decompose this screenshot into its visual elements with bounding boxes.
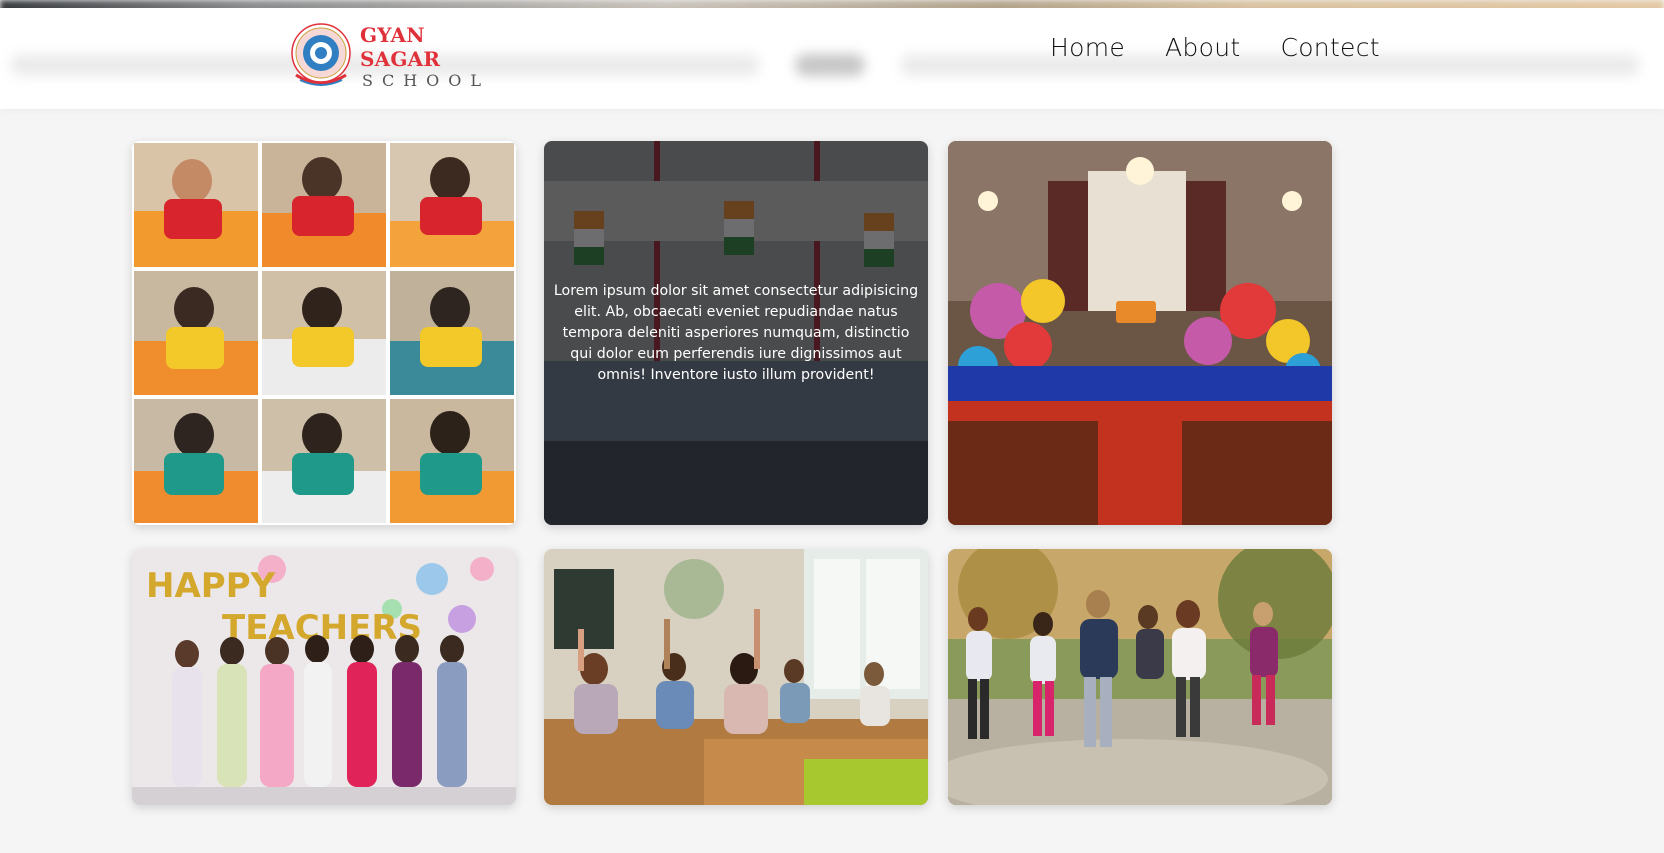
card-caption-overlay: Lorem ipsum dolor sit amet consectetur a… — [544, 141, 928, 525]
site-logo[interactable]: GYAN SAGAR SCHOOL — [290, 22, 490, 92]
card-caption-text: Lorem ipsum dolor sit amet consectetur a… — [553, 282, 919, 383]
happy-balloon-letters: HAPPY — [146, 566, 276, 606]
school-crest-icon — [290, 23, 352, 91]
site-header: GYAN SAGAR SCHOOL Home About Contect — [0, 8, 1664, 109]
gallery-card-flags[interactable]: Lorem ipsum dolor sit amet consectetur a… — [544, 141, 928, 525]
gallery-card-classroom[interactable] — [544, 549, 928, 805]
header-blur-center — [795, 54, 865, 76]
gallery-card-running-kids[interactable] — [948, 549, 1332, 805]
classroom-students-image — [544, 549, 928, 805]
nav-contect-link[interactable]: Contect — [1280, 33, 1379, 62]
logo-title: GYAN SAGAR — [360, 23, 441, 71]
teachers-day-image: HAPPY TEACHERS — [132, 549, 516, 805]
gallery-card-auditorium[interactable] — [948, 141, 1332, 525]
decorated-auditorium-image — [948, 141, 1332, 525]
nav-about-link[interactable]: About — [1165, 33, 1240, 62]
gallery-card-teachers-day[interactable]: HAPPY TEACHERS — [132, 549, 516, 805]
gallery-card-drawing-collage[interactable] — [132, 141, 516, 525]
nav-home-link[interactable]: Home — [1050, 33, 1125, 62]
main-nav: Home About Contect — [1050, 33, 1380, 62]
children-running-image — [948, 549, 1332, 805]
logo-subtitle: SCHOOL — [362, 71, 491, 90]
children-drawing-image — [132, 141, 516, 525]
